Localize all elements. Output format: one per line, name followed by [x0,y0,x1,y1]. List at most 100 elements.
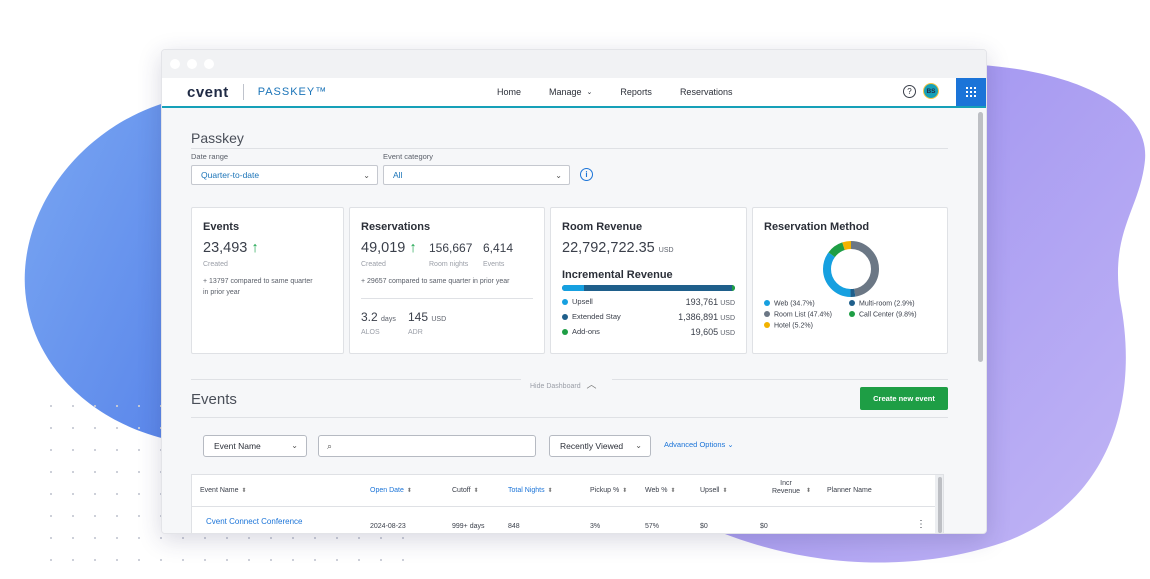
chevron-down-icon: ⌄ [291,441,298,450]
cell-pickup: 3% [590,523,600,530]
chevron-down-icon: ⌄ [555,171,562,180]
legend-item-room-list: Room List (47.4%) [764,311,832,319]
hide-dashboard-toggle[interactable]: Hide Dashboard ︿ [530,376,597,391]
page-scrollbar-thumb[interactable] [978,112,983,362]
alos-number: 3.2 [361,310,378,324]
column-label: Event Name [200,487,239,494]
nav-label: Manage [549,87,582,97]
legend-dot [764,300,770,306]
event-field-value: Event Name [214,441,261,451]
card-title: Reservation Method [764,221,869,233]
revenue-row-extended-stay: Extended Stay 1,386,891 USD [562,312,735,322]
sort-select[interactable]: Recently Viewed ⌄ [549,435,651,457]
revenue-value: 193,761 [686,297,719,307]
window-dot [204,59,214,69]
events-card: Events 23,493 ↑ Created + 13797 compared… [191,207,344,354]
adr-unit: USD [431,316,446,323]
product-name: PASSKEY™ [258,86,328,98]
legend-dot [849,311,855,317]
nav-label: Home [497,87,521,97]
column-header-upsell[interactable]: Upsell⬍ [700,487,727,494]
events-count-value: 6,414 [483,241,513,255]
legend-dot [562,329,568,335]
card-title: Reservations [361,221,430,233]
column-header-pickup[interactable]: Pickup %⬍ [590,487,627,494]
alos-value: 3.2 days [361,310,396,324]
date-range-label: Date range [191,152,228,161]
events-sub-label: Created [203,261,228,268]
reservation-method-card: Reservation Method Web (34.7%) Multi-roo… [752,207,948,354]
app-launcher-button[interactable] [956,78,986,106]
legend-dot [562,314,568,320]
reservations-comparison: + 29657 compared to same quarter in prio… [361,276,541,287]
chevron-down-icon: ⌄ [727,440,733,449]
revenue-value: 1,386,891 [678,312,718,322]
sort-icon: ⬍ [670,488,675,494]
card-title: Room Revenue [562,221,642,233]
events-count: 23,493 [203,240,247,256]
incremental-revenue-title: Incremental Revenue [562,269,673,281]
arrow-up-icon: ↑ [251,240,258,256]
legend-label: Multi-room (2.9%) [859,301,915,308]
room-revenue-card: Room Revenue 22,792,722.35 USD Increment… [550,207,747,354]
reservations-card: Reservations 49,019 ↑ Created 156,667 Ro… [349,207,545,354]
column-header-event-name[interactable]: Event Name⬍ [200,487,247,494]
help-icon[interactable]: ? [903,85,916,98]
column-label: Pickup % [590,487,619,494]
divider [191,148,948,149]
row-actions-icon[interactable]: ⋮ [916,519,926,530]
event-field-select[interactable]: Event Name ⌄ [203,435,307,457]
revenue-value: 19,605 [691,327,719,337]
date-range-select[interactable]: Quarter-to-date ⌄ [191,165,378,185]
legend-label: Hotel (5.2%) [774,323,813,330]
event-category-select[interactable]: All ⌄ [383,165,570,185]
top-navigation-bar: cvent PASSKEY™ Home Manage⌄ Reports Rese… [162,78,986,108]
nav-home[interactable]: Home [497,87,521,97]
legend-label: Call Center (9.8%) [859,312,917,319]
chevron-up-icon: ︿ [587,380,597,391]
event-name-link[interactable]: Cvent Connect Conference [206,517,303,526]
column-header-cutoff[interactable]: Cutoff⬍ [452,487,479,494]
nav-reservations[interactable]: Reservations [680,87,733,97]
nav-manage[interactable]: Manage⌄ [549,87,592,97]
revenue-row-addons: Add-ons 19,605 USD [562,327,735,337]
arrow-up-icon: ↑ [409,240,416,256]
alos-unit: days [381,316,396,323]
column-header-planner-name[interactable]: Planner Name [827,487,872,494]
card-title: Events [203,221,239,233]
bar-segment-addons [732,285,735,291]
event-category-value: All [393,170,402,180]
nav-label: Reservations [680,87,733,97]
user-avatar[interactable]: BS [923,83,939,99]
browser-window: cvent PASSKEY™ Home Manage⌄ Reports Rese… [161,49,987,534]
table-scrollbar[interactable] [935,475,943,534]
cell-open-date: 2024-08-23 [370,523,406,530]
reservations-count: 49,019 [361,240,405,256]
column-header-incr-revenue[interactable]: Incr Revenue [768,480,804,496]
legend-item-web: Web (34.7%) [764,300,815,308]
divider [191,417,948,418]
divider [361,298,533,299]
info-icon[interactable]: i [580,168,593,181]
adr-value: 145 USD [408,310,446,324]
reservations-sub-label: Created [361,261,386,268]
divider [192,506,943,507]
column-header-web[interactable]: Web %⬍ [645,487,675,494]
nav-reports[interactable]: Reports [620,87,652,97]
legend-dot [562,299,568,305]
room-revenue-value: 22,792,722.35 USD [562,240,674,256]
sort-icon[interactable]: ⬍ [806,487,811,494]
reservation-method-donut-chart [821,239,881,299]
cvent-logo[interactable]: cvent [187,84,229,101]
column-header-open-date[interactable]: Open Date⬍ [370,487,412,494]
legend-item-multi-room: Multi-room (2.9%) [849,300,915,308]
sort-icon: ⬍ [242,488,247,494]
column-header-total-nights[interactable]: Total Nights⬍ [508,487,553,494]
search-input[interactable]: ⌕ [318,435,536,457]
chevron-down-icon: ⌄ [363,171,370,180]
advanced-options-link[interactable]: Advanced Options ⌄ [664,440,734,449]
revenue-unit: USD [720,330,735,337]
create-new-event-button[interactable]: Create new event [860,387,948,410]
cell-upsell: $0 [700,523,708,530]
window-dot [170,59,180,69]
